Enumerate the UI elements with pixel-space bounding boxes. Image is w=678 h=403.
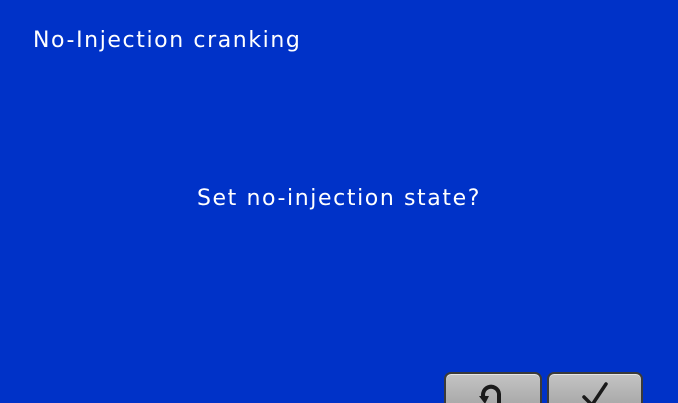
back-button[interactable] bbox=[444, 372, 542, 403]
return-arrow-icon bbox=[479, 384, 501, 403]
confirmation-prompt: Set no-injection state? bbox=[196, 186, 481, 211]
confirm-button[interactable] bbox=[547, 372, 643, 403]
screen-title: No-Injection cranking bbox=[33, 28, 302, 53]
checkmark-icon bbox=[582, 382, 608, 403]
dialog-screen: No-Injection cranking Set no-injection s… bbox=[0, 0, 678, 403]
